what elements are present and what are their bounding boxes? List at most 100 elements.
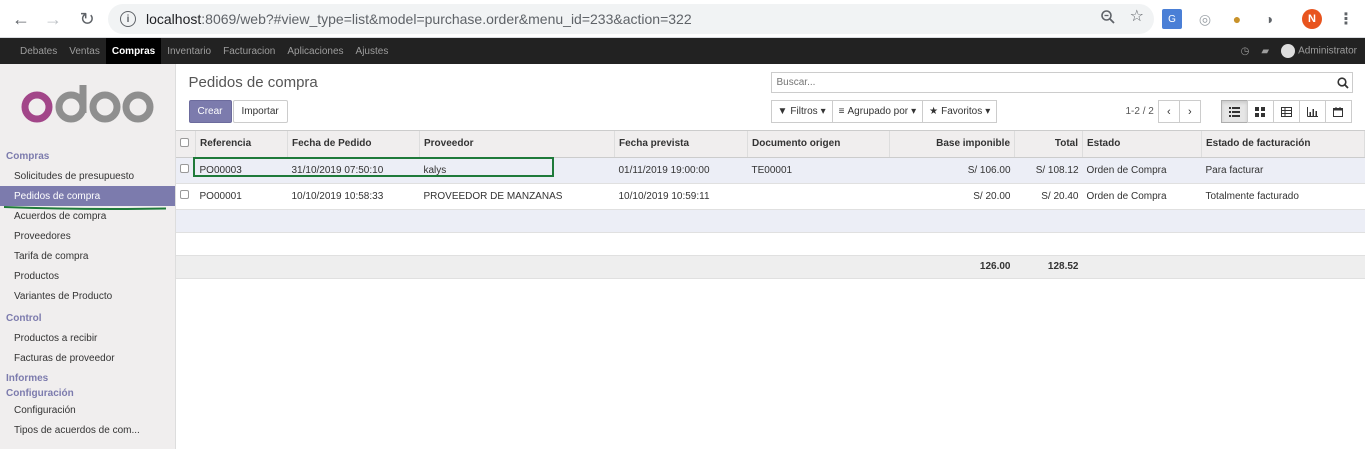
browser-menu-icon[interactable]: ⋮ <box>1338 9 1354 29</box>
page-title: Pedidos de compra <box>188 74 318 91</box>
user-avatar <box>1281 44 1296 58</box>
search-input[interactable] <box>771 77 1334 88</box>
menu-debates[interactable]: Debates <box>14 38 63 64</box>
sidebar-section-compras: Compras <box>6 150 50 162</box>
cell-total: S/ 108.12 <box>1014 157 1083 184</box>
column-header[interactable]: Fecha de Pedido <box>287 131 420 158</box>
cell-planned-date: 10/10/2019 10:59:11 <box>614 183 748 210</box>
profile-avatar[interactable]: N <box>1302 9 1322 29</box>
zoom-icon[interactable] <box>1100 9 1116 25</box>
row-checkbox[interactable] <box>175 157 196 184</box>
totals-row: 126.00 128.52 <box>175 254 1365 279</box>
menu-aplicaciones[interactable]: Aplicaciones <box>281 38 349 64</box>
user-menu[interactable]: Administrator <box>1281 44 1357 58</box>
sidebar-item-configuracion[interactable]: Configuración <box>0 400 175 420</box>
menu-compras[interactable]: Compras <box>105 38 162 64</box>
control-panel: Pedidos de compra Crear Importar ▼Filtro… <box>175 64 1365 131</box>
cell-state: Orden de Compra <box>1082 157 1202 184</box>
total-amount: 128.52 <box>1014 254 1083 279</box>
row-checkbox[interactable] <box>175 183 196 210</box>
translate-extension-icon[interactable]: G <box>1162 9 1182 29</box>
sidebar-item-variantes[interactable]: Variantes de Producto <box>0 286 175 306</box>
pager-previous-icon[interactable]: ‹ <box>1157 100 1180 123</box>
menu-ventas[interactable]: Ventas <box>63 38 106 64</box>
sidebar-item-productos-recibir[interactable]: Productos a recibir <box>0 328 175 348</box>
calendar-view-icon[interactable] <box>1324 100 1352 123</box>
reload-icon[interactable]: ↻ <box>72 4 102 34</box>
annotation-underline <box>4 206 166 210</box>
browser-toolbar: ← → ↻ i localhost:8069/web?#view_type=li… <box>0 0 1365 38</box>
pager-next-icon[interactable]: › <box>1178 100 1201 123</box>
create-button[interactable]: Crear <box>188 100 232 123</box>
menu-ajustes[interactable]: Ajustes <box>350 38 395 64</box>
column-header[interactable]: Estado <box>1082 131 1202 158</box>
cell-planned-date: 01/11/2019 19:00:00 <box>614 157 748 184</box>
caret-down-icon: ▾ <box>820 106 826 117</box>
caret-down-icon: ▾ <box>911 106 917 117</box>
main-navbar: Debates Ventas Compras Inventario Factur… <box>0 38 1365 64</box>
info-icon[interactable]: i <box>120 11 136 27</box>
column-header[interactable]: Estado de facturación <box>1201 131 1365 158</box>
bars-icon: ≡ <box>838 106 845 117</box>
column-header[interactable]: Documento origen <box>747 131 890 158</box>
pivot-view-icon[interactable] <box>1272 100 1300 123</box>
column-header[interactable]: Proveedor <box>419 131 615 158</box>
odoo-logo[interactable] <box>0 64 175 146</box>
address-bar[interactable]: i localhost:8069/web?#view_type=list&mod… <box>108 4 1154 34</box>
theme-extension-icon[interactable]: ◑ <box>1259 9 1279 29</box>
empty-row <box>175 232 1365 256</box>
menu-facturacion[interactable]: Facturacion <box>217 38 281 64</box>
sidebar-section-informes[interactable]: Informes <box>0 370 175 386</box>
column-header[interactable]: Base imponible <box>889 131 1015 158</box>
cell-untaxed-amount: S/ 20.00 <box>889 183 1015 210</box>
activity-clock-icon[interactable]: ◷ <box>1241 46 1250 57</box>
cell-invoice-status: Para facturar <box>1201 157 1365 184</box>
sidebar-item-solicitudes[interactable]: Solicitudes de presupuesto <box>0 166 175 186</box>
sidebar-item-pedidos[interactable]: Pedidos de compra <box>0 186 175 206</box>
search-box <box>770 72 1353 93</box>
sidebar-section-control: Control <box>6 312 42 324</box>
empty-row <box>175 209 1365 233</box>
sidebar-item-facturas[interactable]: Facturas de proveedor <box>0 348 175 368</box>
filters-button[interactable]: ▼ Filtros ▾ <box>770 100 833 123</box>
graph-view-icon[interactable] <box>1298 100 1326 123</box>
cell-invoice-status: Totalmente facturado <box>1201 183 1365 210</box>
bookmark-star-icon[interactable]: ☆ <box>1130 9 1144 25</box>
column-header[interactable]: Total <box>1014 131 1083 158</box>
chat-bubble-icon[interactable]: ▰ <box>1261 46 1269 57</box>
group-by-button[interactable]: ≡ Agrupado por ▾ <box>831 100 924 123</box>
sidebar-item-productos[interactable]: Productos <box>0 266 175 286</box>
sidebar-item-proveedores[interactable]: Proveedores <box>0 226 175 246</box>
group-by-label: Agrupado por <box>847 106 909 117</box>
pager-value[interactable]: 1-2 / 2 <box>1126 106 1154 117</box>
list-view-icon[interactable] <box>1220 100 1248 123</box>
url-text: localhost:8069/web?#view_type=list&model… <box>146 11 692 27</box>
sidebar-item-tipos-acuerdos[interactable]: Tipos de acuerdos de com... <box>0 420 175 440</box>
cookie-extension-icon[interactable]: ● <box>1227 9 1247 29</box>
menu-inventario[interactable]: Inventario <box>161 38 217 64</box>
cell-state: Orden de Compra <box>1082 183 1202 210</box>
caret-down-icon: ▾ <box>985 106 991 117</box>
cell-reference: PO00003 <box>195 157 288 184</box>
table-row[interactable]: PO00003 31/10/2019 07:50:10 kalys 01/11/… <box>175 157 1365 184</box>
filters-label: Filtros <box>790 106 818 117</box>
search-icon[interactable] <box>1334 76 1352 89</box>
select-all-checkbox[interactable] <box>175 131 196 158</box>
favorites-button[interactable]: ★ Favoritos ▾ <box>922 100 998 123</box>
extension-icon[interactable]: ◎ <box>1195 9 1215 29</box>
cell-vendor: kalys <box>419 157 615 184</box>
import-button[interactable]: Importar <box>232 100 288 123</box>
kanban-view-icon[interactable] <box>1246 100 1274 123</box>
column-header[interactable]: Referencia <box>195 131 288 158</box>
table-header-row: Referencia Fecha de Pedido Proveedor Fec… <box>175 131 1365 158</box>
cell-total: S/ 20.40 <box>1014 183 1083 210</box>
sidebar-item-tarifa[interactable]: Tarifa de compra <box>0 246 175 266</box>
back-arrow-icon[interactable]: ← <box>6 4 36 34</box>
forward-arrow-icon[interactable]: → <box>38 4 68 34</box>
table-row[interactable]: PO00001 10/10/2019 10:58:33 PROVEEDOR DE… <box>175 183 1365 210</box>
favorites-label: Favoritos <box>941 106 983 117</box>
column-header[interactable]: Fecha prevista <box>614 131 748 158</box>
sidebar-section-configuracion: Configuración <box>6 387 74 399</box>
cell-order-date: 31/10/2019 07:50:10 <box>287 157 420 184</box>
purchase-orders-table: Referencia Fecha de Pedido Proveedor Fec… <box>175 131 1365 279</box>
